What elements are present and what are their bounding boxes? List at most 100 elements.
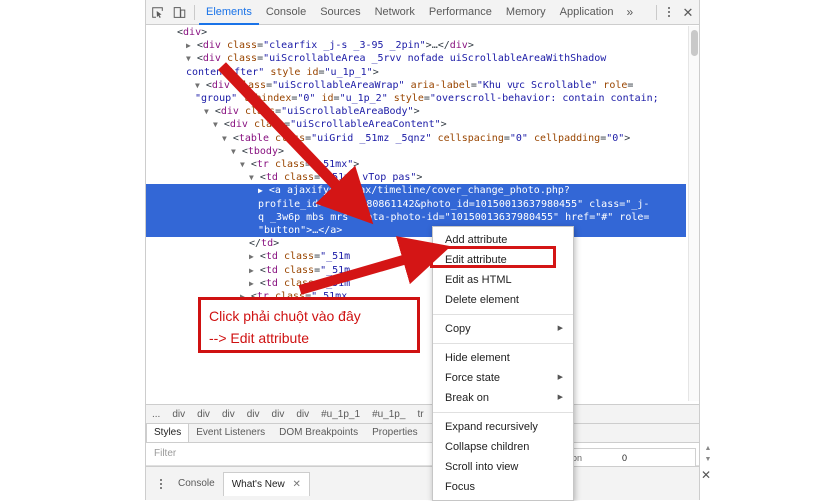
drawer-tab-close-icon[interactable]: ✕ [293, 479, 301, 490]
context-menu-item-label: Scroll into view [445, 461, 519, 473]
dom-node[interactable]: ▼ <table class="uiGrid _51mz _5qnz" cell… [146, 132, 686, 145]
breadcrumb-item[interactable]: div [191, 405, 216, 423]
tab-console[interactable]: Console [259, 0, 313, 25]
context-menu-item-label: Force state [445, 372, 501, 384]
tab-memory[interactable]: Memory [499, 0, 553, 25]
disclosure-triangle-icon[interactable]: ▼ [186, 54, 191, 63]
breadcrumb-item[interactable]: div [216, 405, 241, 423]
dom-tree-scrollbar[interactable] [688, 26, 699, 401]
styles-pane-tab[interactable]: Properties [365, 424, 425, 442]
disclosure-triangle-icon[interactable]: ▼ [222, 134, 227, 143]
context-menu-item[interactable]: Delete element [433, 290, 573, 310]
tab-sources[interactable]: Sources [313, 0, 367, 25]
tab-elements[interactable]: Elements [199, 0, 259, 25]
pane-close-icon[interactable]: ✕ [701, 468, 711, 482]
context-menu-item[interactable]: Collapse children [433, 437, 573, 457]
context-menu[interactable]: Add attribute Edit attribute Edit as HTML D… [432, 226, 574, 501]
breadcrumb-item[interactable]: div [290, 405, 315, 423]
dom-node[interactable]: ▶ <td class="_51m [146, 264, 686, 277]
disclosure-triangle-icon[interactable]: ▶ [249, 266, 254, 275]
dom-node[interactable]: contentAfter" style id="u_1p_1"> [146, 66, 686, 79]
disclosure-triangle-icon[interactable]: ▼ [195, 81, 200, 90]
disclosure-triangle-icon[interactable]: ▼ [204, 107, 209, 116]
tab-overflow-button[interactable]: » [620, 5, 639, 19]
dom-node[interactable]: ▼ <td class="_51m- vTop pas"> [146, 171, 686, 184]
device-toolbar-icon[interactable] [168, 0, 190, 25]
context-menu-separator [433, 412, 573, 413]
drawer-bar: Console What's New ✕ [146, 466, 699, 500]
disclosure-triangle-icon[interactable]: ▶ [186, 41, 191, 50]
dom-node-selected[interactable]: "button">…</a> [146, 224, 686, 238]
dom-node[interactable]: ▶ <td class="_51m [146, 277, 686, 290]
kebab-menu-icon[interactable] [661, 0, 677, 25]
dom-node[interactable]: <div> [146, 26, 686, 39]
breadcrumb-item[interactable]: ... [146, 405, 166, 423]
stepper-control[interactable]: ▲ ▼ [702, 443, 714, 465]
breadcrumb-item[interactable]: div [166, 405, 191, 423]
tab-application[interactable]: Application [553, 0, 621, 25]
breadcrumb-item[interactable]: #u_1p_ [366, 405, 411, 423]
dom-node-selected[interactable]: profile_id=100022980861142&photo_id=1015… [146, 197, 686, 211]
disclosure-triangle-icon[interactable]: ▶ [249, 279, 254, 288]
stepper-up-icon[interactable]: ▲ [705, 445, 712, 452]
breadcrumb-item[interactable]: tr [411, 405, 429, 423]
disclosure-triangle-icon[interactable]: ▶ [249, 252, 254, 261]
dom-node[interactable]: ▶ <div class="clearfix _j-s _3-95 _2pin"… [146, 39, 686, 52]
devtools-tab-list: Elements Console Sources Network Perform… [199, 0, 620, 25]
dom-node[interactable]: </td> [146, 237, 686, 250]
dom-node[interactable]: ▼ <div class="uiScrollableAreaBody"> [146, 105, 686, 118]
toolbar-divider [194, 4, 195, 20]
breadcrumb-item[interactable]: div [241, 405, 266, 423]
inspect-cursor-icon[interactable] [146, 0, 168, 25]
disclosure-triangle-icon[interactable]: ▼ [231, 147, 236, 156]
disclosure-triangle-icon[interactable]: ▼ [240, 160, 245, 169]
annotation-line-2: --> Edit attribute [209, 330, 309, 346]
styles-pane-tabs[interactable]: Styles Event Listeners DOM Breakpoints Prop… [146, 424, 699, 443]
context-menu-item[interactable]: Copy ▶ [433, 319, 573, 339]
context-menu-item[interactable]: Force state ▶ [433, 368, 573, 388]
breadcrumb[interactable]: ...divdivdivdivdivdiv#u_1p_1#u_1p_trtda.… [146, 404, 699, 424]
context-menu-item[interactable]: Hide element [433, 348, 573, 368]
dom-node[interactable]: ▼ <div class="uiScrollableArea _5rvv nof… [146, 52, 686, 65]
tab-performance[interactable]: Performance [422, 0, 499, 25]
context-menu-item-label: Add attribute [445, 234, 508, 246]
context-menu-item-label: Focus [445, 481, 475, 493]
dom-node[interactable]: ▼ <tr class="_51mx"> [146, 158, 686, 171]
context-menu-item[interactable]: Edit attribute [433, 250, 573, 270]
context-menu-item[interactable]: Break on ▶ [433, 388, 573, 408]
dom-node[interactable]: ▼ <div class="uiScrollableAreaContent"> [146, 118, 686, 131]
dom-node-selected[interactable]: q _3w6p mbs mrs" data-photo-id="10150013… [146, 210, 686, 225]
disclosure-triangle-icon[interactable]: ▼ [249, 173, 254, 182]
context-menu-separator [433, 314, 573, 315]
scrollbar-thumb[interactable] [691, 30, 698, 56]
styles-pane-tab[interactable]: Styles [146, 424, 190, 442]
context-menu-item-label: Hide element [445, 352, 510, 364]
disclosure-triangle-icon[interactable]: ▼ [213, 120, 218, 129]
drawer-tab-label: What's New [231, 478, 285, 490]
context-menu-item[interactable]: Focus [433, 477, 573, 497]
drawer-tab-console[interactable]: Console [170, 472, 223, 496]
context-menu-item[interactable]: Scroll into view [433, 457, 573, 477]
drawer-kebab-menu-icon[interactable] [152, 472, 170, 496]
context-menu-item[interactable]: Expand recursively [433, 417, 573, 437]
styles-pane-tab[interactable]: Event Listeners [189, 424, 272, 442]
dom-node[interactable]: ▼ <div class="uiScrollableAreaWrap" aria… [146, 79, 686, 92]
tab-network[interactable]: Network [368, 0, 422, 25]
context-menu-item-label: Break on [445, 392, 490, 404]
dom-node-selected[interactable]: ▶ <a ajaxify="/ajax/timeline/cover_chang… [146, 184, 686, 198]
drawer-tab-whats-new[interactable]: What's New ✕ [222, 471, 310, 496]
context-menu-item-label: Copy [445, 323, 471, 335]
annotation-line-1: Click phải chuột vào đây [209, 308, 361, 324]
context-menu-item[interactable]: Edit as HTML [433, 270, 573, 290]
close-icon[interactable]: ✕ [677, 0, 699, 25]
breadcrumb-item[interactable]: div [266, 405, 291, 423]
dom-node[interactable]: "group" tabindex="0" id="u_1p_2" style="… [146, 92, 686, 105]
context-menu-item-label: Edit as HTML [445, 274, 512, 286]
dom-node[interactable]: ▼ <tbody> [146, 145, 686, 158]
styles-pane-tab[interactable]: DOM Breakpoints [272, 424, 365, 442]
dom-node[interactable]: ▶ <td class="_51m [146, 250, 686, 263]
context-menu-item[interactable]: Add attribute [433, 230, 573, 250]
stepper-down-icon[interactable]: ▼ [705, 456, 712, 463]
breadcrumb-item[interactable]: #u_1p_1 [315, 405, 366, 423]
disclosure-triangle-icon[interactable]: ▶ [258, 186, 263, 195]
